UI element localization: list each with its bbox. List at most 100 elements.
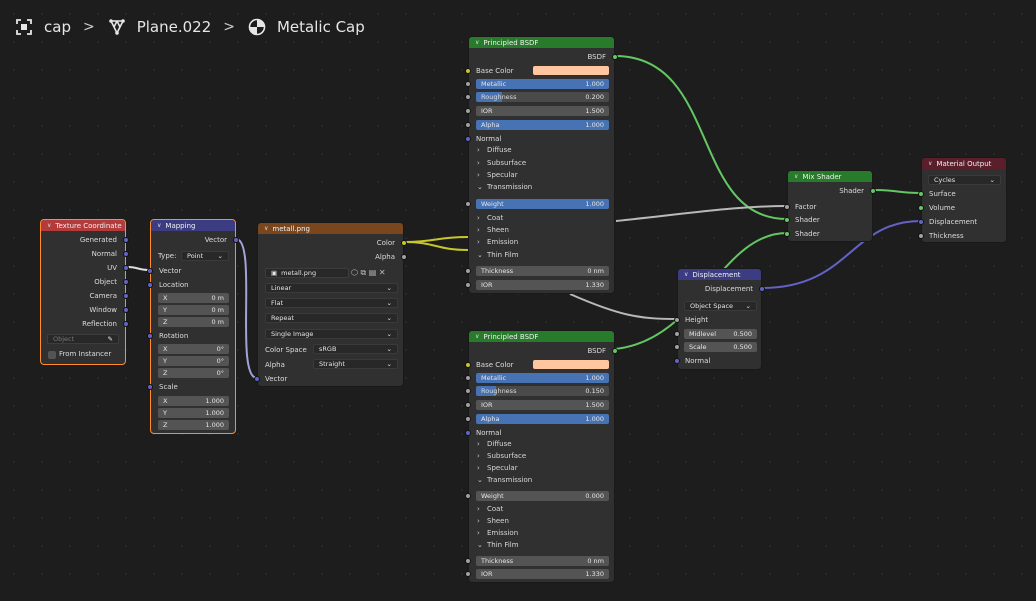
node-header[interactable]: ∨ Texture Coordinate — [41, 220, 125, 231]
base-color-swatch[interactable] — [533, 66, 609, 75]
panel-coat[interactable]: › Coat — [477, 214, 503, 222]
socket-alpha[interactable] — [465, 416, 471, 422]
mapping-node[interactable]: ∨ Mapping Vector Type: Point ⌄ Vector Loca… — [147, 219, 239, 434]
socket-thickness[interactable] — [465, 558, 471, 564]
socket-alpha[interactable] — [401, 254, 407, 260]
location-z[interactable]: Z0 m — [158, 317, 229, 327]
projection-dropdown[interactable]: Flat ⌄ — [265, 298, 398, 308]
breadcrumb-object[interactable]: cap — [44, 18, 71, 36]
socket-shader-2[interactable] — [784, 231, 790, 237]
ior-field[interactable]: IOR 1.500 — [476, 400, 609, 410]
alpha-field[interactable]: Alpha 1.000 — [476, 120, 609, 130]
socket-vector-in[interactable] — [147, 268, 153, 274]
transmission-weight-field[interactable]: Weight 1.000 — [476, 199, 609, 209]
socket-volume[interactable] — [918, 205, 924, 211]
thickness-field[interactable]: Thickness 0 nm — [476, 556, 609, 566]
socket-roughness[interactable] — [465, 94, 471, 100]
node-header[interactable]: ∨ Mix Shader — [788, 171, 872, 182]
metallic-field[interactable]: Metallic 1.000 — [476, 373, 609, 383]
socket-thin-film-ior[interactable] — [465, 282, 471, 288]
socket-alpha[interactable] — [465, 122, 471, 128]
source-dropdown[interactable]: Single Image ⌄ — [265, 329, 398, 339]
node-header[interactable]: ∨ Principled BSDF — [469, 331, 614, 342]
panel-specular[interactable]: › Specular — [477, 171, 518, 179]
socket-factor[interactable] — [784, 204, 790, 210]
thickness-field[interactable]: Thickness 0 nm — [476, 266, 609, 276]
panel-transmission[interactable]: ⌄ Transmission — [477, 476, 532, 484]
socket-vector-out[interactable] — [233, 237, 239, 243]
object-field[interactable]: Object ✎ — [47, 334, 119, 344]
breadcrumb-mesh[interactable]: Plane.022 — [137, 18, 212, 36]
location-y[interactable]: Y0 m — [158, 305, 229, 315]
socket-scale[interactable] — [674, 344, 680, 350]
socket-normal[interactable] — [465, 430, 471, 436]
panel-sheen[interactable]: › Sheen — [477, 226, 509, 234]
chevron-down-icon[interactable]: ∨ — [794, 173, 798, 180]
socket-ior[interactable] — [465, 402, 471, 408]
render-target-dropdown[interactable]: Cycles ⌄ — [928, 175, 1001, 185]
socket-location[interactable] — [147, 282, 153, 288]
material-output-node[interactable]: ∨ Material Output Cycles ⌄ Surface Volume … — [918, 157, 1007, 243]
texture-coordinate-node[interactable]: ∨ Texture Coordinate Generated Normal UV … — [40, 219, 129, 365]
location-x[interactable]: X0 m — [158, 293, 229, 303]
panel-diffuse[interactable]: › Diffuse — [477, 146, 512, 154]
socket-roughness[interactable] — [465, 388, 471, 394]
base-color-swatch[interactable] — [533, 360, 609, 369]
node-header[interactable]: ∨ Material Output — [922, 158, 1006, 169]
extension-dropdown[interactable]: Repeat ⌄ — [265, 313, 398, 323]
socket-displacement-out[interactable] — [759, 286, 765, 292]
alpha-field[interactable]: Alpha 1.000 — [476, 414, 609, 424]
alpha-mode-dropdown[interactable]: Straight ⌄ — [313, 359, 398, 369]
node-header[interactable]: ∨ Displacement — [678, 269, 761, 280]
ior-field[interactable]: IOR 1.500 — [476, 106, 609, 116]
rotation-z[interactable]: Z 0° — [158, 368, 229, 378]
socket-thin-film-ior[interactable] — [465, 571, 471, 577]
panel-coat[interactable]: › Coat — [477, 505, 503, 513]
image-texture-node[interactable]: ∨ metall.png Color Alpha ▣ metall.png ⬡ ⧉ … — [254, 222, 407, 387]
eyedropper-icon[interactable]: ✎ — [108, 335, 113, 343]
socket-weight[interactable] — [465, 201, 471, 207]
image-selector[interactable]: ▣ metall.png — [265, 268, 349, 278]
rotation-x[interactable]: X 0° — [158, 344, 229, 354]
panel-diffuse[interactable]: › Diffuse — [477, 440, 512, 448]
node-header[interactable]: ∨ metall.png — [258, 223, 403, 234]
chevron-down-icon[interactable]: ∨ — [684, 271, 688, 278]
breadcrumb-material[interactable]: Metalic Cap — [277, 18, 365, 36]
thin-film-ior-field[interactable]: IOR 1.330 — [476, 280, 609, 290]
chevron-down-icon[interactable]: ∨ — [47, 222, 51, 229]
chevron-down-icon[interactable]: ∨ — [475, 333, 479, 340]
socket-weight[interactable] — [465, 493, 471, 499]
panel-emission[interactable]: › Emission — [477, 238, 518, 246]
socket-normal[interactable] — [465, 136, 471, 142]
panel-subsurface[interactable]: › Subsurface — [477, 452, 526, 460]
space-dropdown[interactable]: Object Space ⌄ — [684, 301, 757, 311]
panel-thin-film[interactable]: ⌄ Thin Film — [477, 251, 519, 259]
socket-base-color[interactable] — [465, 68, 471, 74]
socket-ior[interactable] — [465, 108, 471, 114]
socket-shader-1[interactable] — [784, 217, 790, 223]
socket-surface[interactable] — [918, 191, 924, 197]
socket-bsdf-out[interactable] — [612, 348, 618, 354]
panel-subsurface[interactable]: › Subsurface — [477, 159, 526, 167]
socket-thickness[interactable] — [465, 268, 471, 274]
panel-transmission[interactable]: ⌄ Transmission — [477, 183, 532, 191]
image-action-icons[interactable]: ⬡ ⧉ ▤ ✕ — [351, 268, 386, 278]
panel-emission[interactable]: › Emission — [477, 529, 518, 537]
socket-normal[interactable] — [674, 358, 680, 364]
displacement-node[interactable]: ∨ Displacement Displacement Object Space ⌄… — [674, 268, 765, 370]
socket-displacement[interactable] — [918, 219, 924, 225]
socket-vector-in[interactable] — [254, 376, 260, 382]
socket-object[interactable] — [123, 279, 129, 285]
node-header[interactable]: ∨ Principled BSDF — [469, 37, 614, 48]
metallic-field[interactable]: Metallic 1.000 — [476, 79, 609, 89]
panel-thin-film[interactable]: ⌄ Thin Film — [477, 541, 519, 549]
chevron-down-icon[interactable]: ∨ — [157, 222, 161, 229]
socket-color[interactable] — [401, 240, 407, 246]
socket-reflection[interactable] — [123, 321, 129, 327]
socket-metallic[interactable] — [465, 81, 471, 87]
panel-specular[interactable]: › Specular — [477, 464, 518, 472]
socket-uv[interactable] — [123, 265, 129, 271]
interpolation-dropdown[interactable]: Linear ⌄ — [265, 283, 398, 293]
socket-base-color[interactable] — [465, 362, 471, 368]
thin-film-ior-field[interactable]: IOR 1.330 — [476, 569, 609, 579]
